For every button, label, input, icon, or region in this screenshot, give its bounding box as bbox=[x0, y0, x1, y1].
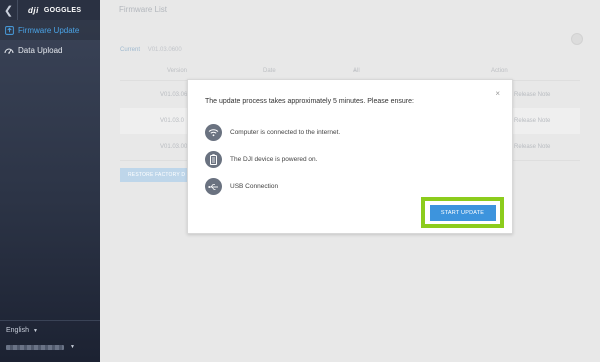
firmware-update-icon bbox=[4, 25, 14, 35]
data-upload-icon bbox=[4, 45, 14, 55]
caret-down-icon: ▼ bbox=[353, 68, 357, 73]
sidebar: ❮ dji GOGGLES Firmware Update Data Uploa… bbox=[0, 0, 100, 362]
sidebar-footer: English ▼ ▼ bbox=[0, 320, 100, 362]
release-note-link[interactable]: Release Note bbox=[514, 118, 550, 124]
restore-factory-button[interactable]: RESTORE FACTORY D bbox=[120, 168, 190, 182]
requirement-text: USB Connection bbox=[230, 183, 279, 190]
language-select[interactable]: English ▼ bbox=[6, 327, 94, 334]
back-button[interactable]: ❮ bbox=[0, 0, 18, 20]
row-version: V01.03.00 bbox=[160, 144, 188, 150]
wifi-icon bbox=[205, 124, 222, 141]
row-version: V01.03.06 bbox=[160, 92, 188, 98]
usb-icon bbox=[205, 178, 222, 195]
caret-down-icon: ▼ bbox=[32, 327, 38, 334]
column-header-version: Version bbox=[167, 68, 188, 74]
sidebar-item-label: Firmware Update bbox=[18, 25, 80, 35]
sidebar-item-label: Data Upload bbox=[18, 45, 63, 55]
language-label: English bbox=[6, 327, 29, 334]
dialog-title: The update process takes approximately 5… bbox=[205, 98, 414, 105]
sidebar-header: ❮ dji GOGGLES bbox=[0, 0, 100, 20]
requirement-usb: USB Connection bbox=[205, 178, 278, 195]
requirement-text: Computer is connected to the internet. bbox=[230, 129, 341, 136]
account-select[interactable]: ▼ bbox=[6, 344, 94, 350]
requirement-text: The DJI device is powered on. bbox=[230, 156, 318, 163]
update-dialog: × The update process takes approximately… bbox=[187, 79, 513, 234]
start-update-button[interactable]: START UPDATE bbox=[429, 204, 496, 221]
close-icon[interactable]: × bbox=[495, 89, 500, 98]
caret-down-icon: ▼ bbox=[70, 344, 75, 350]
requirement-power: The DJI device is powered on. bbox=[205, 151, 317, 168]
refresh-button[interactable] bbox=[571, 33, 583, 45]
row-version: V01.03.0 bbox=[160, 118, 185, 124]
page-title: Firmware List bbox=[119, 5, 168, 14]
column-header-date: Date bbox=[263, 68, 276, 74]
release-note-link[interactable]: Release Note bbox=[514, 92, 550, 98]
current-version: Current V01.03.0600 bbox=[120, 47, 182, 53]
requirement-internet: Computer is connected to the internet. bbox=[205, 124, 340, 141]
column-header-action: Action bbox=[491, 68, 508, 74]
start-update-highlight: START UPDATE bbox=[421, 197, 504, 228]
sidebar-item-data-upload[interactable]: Data Upload bbox=[0, 40, 100, 60]
account-name-redacted bbox=[6, 344, 64, 350]
sidebar-item-firmware-update[interactable]: Firmware Update bbox=[0, 20, 100, 40]
current-version-value: V01.03.0600 bbox=[147, 47, 182, 53]
current-label: Current bbox=[120, 47, 141, 53]
battery-icon bbox=[205, 151, 222, 168]
brand: dji GOGGLES bbox=[18, 6, 81, 15]
release-note-link[interactable]: Release Note bbox=[514, 144, 550, 150]
chevron-left-icon: ❮ bbox=[3, 4, 14, 17]
dji-logo: dji bbox=[28, 5, 39, 15]
brand-title: GOGGLES bbox=[43, 6, 82, 14]
